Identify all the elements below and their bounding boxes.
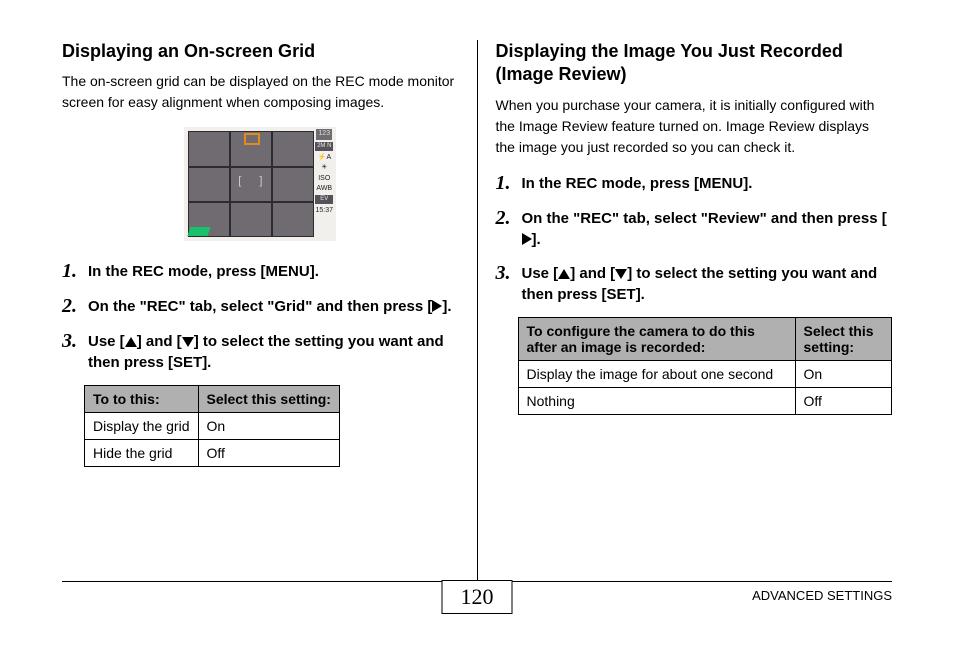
step-text: On the "REC" tab, select "Grid" and then… <box>88 295 452 318</box>
step-text: Use [] and [] to select the setting you … <box>88 330 459 373</box>
step-text: In the REC mode, press [MENU]. <box>522 172 753 195</box>
down-arrow-icon <box>615 269 627 279</box>
cell-action: Hide the grid <box>85 440 199 467</box>
step-number: 3. <box>496 262 518 305</box>
step-fragment: ]. <box>442 298 451 315</box>
side-badge: 15:37 <box>315 207 333 214</box>
heading-grid: Displaying an On-screen Grid <box>62 40 459 63</box>
step-1: 1. In the REC mode, press [MENU]. <box>62 260 459 283</box>
step-fragment: ] and [ <box>137 333 182 350</box>
page-body: Displaying an On-screen Grid The on-scre… <box>0 0 954 555</box>
step-text: In the REC mode, press [MENU]. <box>88 260 319 283</box>
focus-brackets-icon: [ ] <box>238 175 266 187</box>
side-badge: ISO <box>318 175 330 182</box>
screen-sidebar: 123 2M N ⚡A ☀ ISO AWB EV 15:37 <box>315 129 333 216</box>
up-arrow-icon <box>125 337 137 347</box>
step-number: 1. <box>496 172 518 195</box>
page-footer: 120 ADVANCED SETTINGS <box>62 581 892 628</box>
step-text: On the "REC" tab, select "Review" and th… <box>522 207 893 250</box>
battery-icon <box>188 227 211 236</box>
page-number: 120 <box>442 580 513 614</box>
cell-setting: Off <box>795 387 892 414</box>
review-settings-table: To configure the camera to do this after… <box>518 317 893 415</box>
step-number: 2. <box>62 295 84 318</box>
table-header-row: To configure the camera to do this after… <box>518 317 892 360</box>
cell-action: Display the image for about one second <box>518 360 795 387</box>
grid-settings-table: To to this: Select this setting: Display… <box>84 385 340 467</box>
cell-setting: On <box>198 413 339 440</box>
cell-setting: On <box>795 360 892 387</box>
col-action: To to this: <box>85 386 199 413</box>
section-label: ADVANCED SETTINGS <box>752 588 892 603</box>
right-arrow-icon <box>522 233 532 245</box>
camera-screen: [ ] 123 2M N ⚡A ☀ ISO AWB EV 15:37 <box>184 127 336 241</box>
step-1: 1. In the REC mode, press [MENU]. <box>496 172 893 195</box>
intro-review: When you purchase your camera, it is ini… <box>496 95 893 158</box>
col-action: To configure the camera to do this after… <box>518 317 795 360</box>
step-3: 3. Use [] and [] to select the setting y… <box>496 262 893 305</box>
side-badge: EV <box>315 195 333 204</box>
record-indicator-icon <box>244 133 260 145</box>
step-fragment: Use [ <box>88 333 125 350</box>
table-row: Hide the grid Off <box>85 440 340 467</box>
step-number: 3. <box>62 330 84 373</box>
side-badge: ☀ <box>321 164 327 171</box>
cell-setting: Off <box>198 440 339 467</box>
table-row: Display the image for about one second O… <box>518 360 892 387</box>
down-arrow-icon <box>182 337 194 347</box>
step-number: 2. <box>496 207 518 250</box>
step-2: 2. On the "REC" tab, select "Review" and… <box>496 207 893 250</box>
col-setting: Select this setting: <box>198 386 339 413</box>
right-arrow-icon <box>432 300 442 312</box>
camera-screen-figure: [ ] 123 2M N ⚡A ☀ ISO AWB EV 15:37 <box>62 127 459 244</box>
intro-grid: The on-screen grid can be displayed on t… <box>62 71 459 113</box>
step-fragment: On the "REC" tab, select "Review" and th… <box>522 210 887 227</box>
step-2: 2. On the "REC" tab, select "Grid" and t… <box>62 295 459 318</box>
step-text: Use [] and [] to select the setting you … <box>522 262 893 305</box>
col-setting: Select this setting: <box>795 317 892 360</box>
right-column: Displaying the Image You Just Recorded (… <box>478 40 893 555</box>
step-3: 3. Use [] and [] to select the setting y… <box>62 330 459 373</box>
side-badge: ⚡A <box>318 154 331 161</box>
side-badge: AWB <box>316 185 332 192</box>
step-fragment: On the "REC" tab, select "Grid" and then… <box>88 298 432 315</box>
shot-count: 123 <box>316 129 332 140</box>
left-column: Displaying an On-screen Grid The on-scre… <box>62 40 477 555</box>
step-fragment: Use [ <box>522 265 559 282</box>
steps-review: 1. In the REC mode, press [MENU]. 2. On … <box>496 172 893 305</box>
side-badge: 2M N <box>315 142 333 151</box>
table-row: Display the grid On <box>85 413 340 440</box>
step-number: 1. <box>62 260 84 283</box>
up-arrow-icon <box>558 269 570 279</box>
step-fragment: ]. <box>532 231 541 248</box>
steps-grid: 1. In the REC mode, press [MENU]. 2. On … <box>62 260 459 373</box>
table-row: Nothing Off <box>518 387 892 414</box>
step-fragment: ] and [ <box>570 265 615 282</box>
footer-rule: 120 ADVANCED SETTINGS <box>62 581 892 628</box>
heading-review: Displaying the Image You Just Recorded (… <box>496 40 893 87</box>
cell-action: Display the grid <box>85 413 199 440</box>
cell-action: Nothing <box>518 387 795 414</box>
table-header-row: To to this: Select this setting: <box>85 386 340 413</box>
